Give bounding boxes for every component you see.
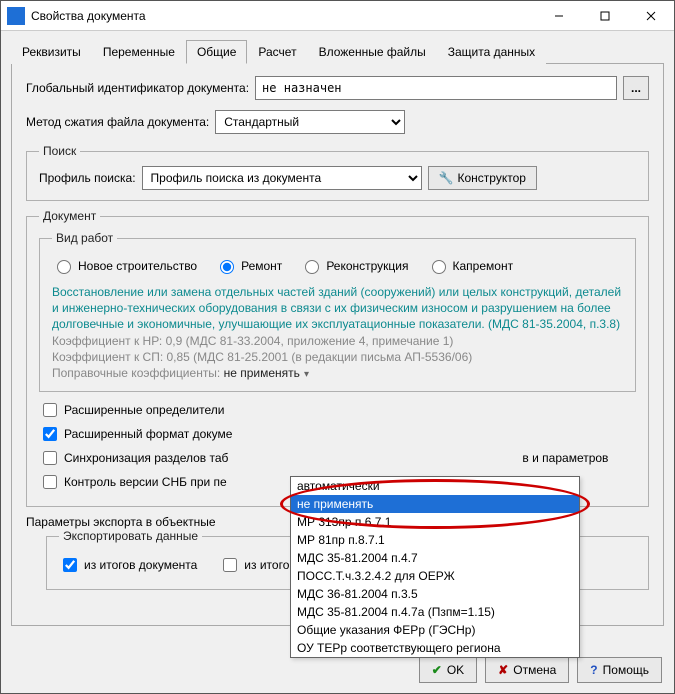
tab-obshchie[interactable]: Общие [186,40,247,64]
gid-value [255,76,617,100]
correction-row: Поправочные коэффициенты: не применять [52,365,623,382]
search-fieldset: Поиск Профиль поиска: Профиль поиска из … [26,144,649,201]
dropdown-option[interactable]: МДС 35-81.2004 п.4.7а (Пзпм=1.15) [291,603,579,621]
chk-sync-sections[interactable]: Синхронизация разделов табв и параметров [39,448,636,468]
tab-strip: Реквизиты Переменные Общие Расчет Вложен… [11,39,664,64]
radio-reconstruction[interactable]: Реконструкция [300,257,408,274]
ok-button[interactable]: ✔OK [419,657,477,683]
window-title: Свойства документа [31,9,536,23]
dropdown-option[interactable]: Общие указания ФЕРр (ГЭСНр) [291,621,579,639]
radio-new-construction[interactable]: Новое строительство [52,257,197,274]
gid-browse-button[interactable]: ... [623,76,649,100]
document-fieldset: Документ Вид работ Новое строительство Р… [26,209,649,507]
dropdown-option[interactable]: автоматически [291,477,579,495]
compress-label: Метод сжатия файла документа: [26,115,209,129]
compress-select[interactable]: Стандартный [215,110,405,134]
tab-zashchita-dannykh[interactable]: Защита данных [437,40,546,64]
minimize-button[interactable] [536,1,582,31]
tab-vlozhennye-faily[interactable]: Вложенные файлы [308,40,437,64]
cancel-button[interactable]: ✘Отмена [485,657,569,683]
radio-repair[interactable]: Ремонт [215,257,282,274]
chk-extended-definers[interactable]: Расширенные определители [39,400,636,420]
document-legend: Документ [39,209,100,223]
radio-capital-repair[interactable]: Капремонт [427,257,514,274]
dropdown-option[interactable]: ПОСС.Т.ч.3.2.4.2 для ОЕРЖ [291,567,579,585]
tab-rekvizity[interactable]: Реквизиты [11,40,92,64]
work-type-radios: Новое строительство Ремонт Реконструкция… [52,253,623,278]
work-type-legend: Вид работ [52,231,117,245]
profile-select[interactable]: Профиль поиска из документа [142,166,422,190]
correction-dropdown[interactable]: автоматически не применять МР 313пр п.6.… [290,476,580,658]
question-icon: ? [590,663,597,677]
constructor-button[interactable]: 🔧 Конструктор [428,166,537,190]
export-legend: Экспортировать данные [59,529,202,543]
work-type-fieldset: Вид работ Новое строительство Ремонт Рек… [39,231,636,392]
dropdown-option-selected[interactable]: не применять [291,495,579,513]
cross-icon: ✘ [498,663,508,677]
dropdown-option[interactable]: ОУ ТЕРр соответствующего региона [291,639,579,657]
correction-label: Поправочные коэффициенты: [52,366,220,380]
content-area: Реквизиты Переменные Общие Расчет Вложен… [1,31,674,647]
app-icon [7,7,25,25]
window: Свойства документа Реквизиты Переменные … [0,0,675,694]
tab-peremennye[interactable]: Переменные [92,40,186,64]
correction-select[interactable]: не применять [224,366,309,380]
dropdown-option[interactable]: МР 313пр п.6.7.1 [291,513,579,531]
profile-label: Профиль поиска: [39,171,136,185]
close-button[interactable] [628,1,674,31]
tab-raschet[interactable]: Расчет [247,40,307,64]
chk-from-document-totals[interactable]: из итогов документа [59,555,197,575]
coef-nr: Коэффициент к НР: 0,9 (МДС 81-33.2004, п… [52,333,623,349]
constructor-icon: 🔧 [439,171,454,185]
check-icon: ✔ [432,663,442,677]
constructor-label: Конструктор [458,171,526,185]
tab-page: Глобальный идентификатор документа: ... … [11,64,664,626]
maximize-button[interactable] [582,1,628,31]
search-legend: Поиск [39,144,80,158]
work-description: Восстановление или замена отдельных част… [52,284,623,333]
help-button[interactable]: ?Помощь [577,657,662,683]
coef-sp: Коэффициент к СП: 0,85 (МДС 81-25.2001 (… [52,349,623,365]
chk-extended-format[interactable]: Расширенный формат докуме [39,424,636,444]
dropdown-option[interactable]: МР 81пр п.8.7.1 [291,531,579,549]
dropdown-option[interactable]: МДС 36-81.2004 п.3.5 [291,585,579,603]
titlebar: Свойства документа [1,1,674,31]
dropdown-option[interactable]: МДС 35-81.2004 п.4.7 [291,549,579,567]
gid-label: Глобальный идентификатор документа: [26,81,249,95]
